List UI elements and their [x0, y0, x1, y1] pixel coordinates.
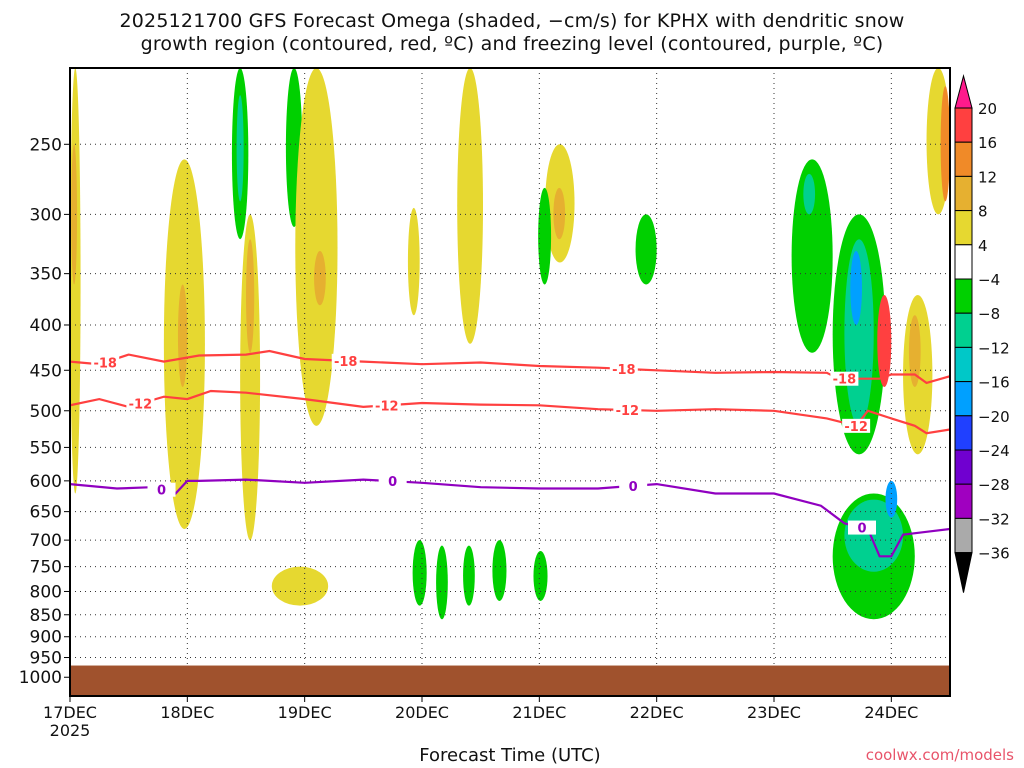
colorbar-label: 8: [978, 203, 988, 221]
colorbar-label: 4: [978, 237, 988, 255]
colorbar-swatch: [954, 107, 973, 143]
omega-shaded-region: [850, 251, 863, 325]
contour-label: -18: [334, 355, 358, 370]
colorbar-label: −20: [978, 408, 1010, 426]
y-tick-label: 650: [30, 503, 62, 523]
omega-shaded-region: [463, 545, 475, 606]
colorbar-bottom-arrow: [954, 552, 973, 593]
colorbar-label: −4: [978, 271, 1000, 289]
colorbar-swatch: [954, 449, 973, 485]
omega-shaded-region: [177, 284, 188, 387]
x-tick-label: 22DEC: [630, 703, 684, 722]
y-tick-label: 850: [30, 606, 62, 626]
contour-label: -12: [616, 404, 640, 419]
plot-area: -18 -18 -18 -18 -12 -12 -12 -12 0 0 0 0: [70, 68, 950, 696]
contour-label: 0: [857, 522, 866, 537]
contour-label: -12: [129, 398, 153, 413]
colorbar-label: −12: [978, 339, 1010, 357]
y-tick-label: 1000: [19, 668, 62, 688]
omega-shaded-region: [635, 214, 657, 285]
colorbar-top-arrow: [954, 74, 973, 109]
x-tick-label: 19DEC: [278, 703, 332, 722]
y-tick-label: 800: [30, 582, 62, 602]
omega-shaded-region: [877, 295, 892, 387]
omega-shaded-region: [457, 68, 484, 344]
colorbar-swatch: [954, 210, 973, 246]
y-tick-label: 600: [30, 472, 62, 492]
colorbar-label: 12: [978, 168, 997, 186]
y-tick-label: 450: [30, 361, 62, 381]
omega-shaded-region: [271, 566, 329, 606]
contour-line-0: [70, 478, 950, 558]
credit-text: coolwx.com/models: [865, 746, 1014, 764]
omega-shaded-region: [492, 540, 507, 601]
ground-fill: [70, 665, 950, 696]
y-tick-label: 900: [30, 628, 62, 648]
y-tick-label: 500: [30, 402, 62, 422]
colorbar-label: 16: [978, 134, 997, 152]
contour-label: 0: [157, 484, 166, 499]
omega-shaded-region: [412, 540, 427, 606]
omega-shaded-region: [436, 545, 448, 620]
contour-label: -12: [844, 420, 868, 435]
colorbar-label: −32: [978, 510, 1010, 528]
x-tick-label: 24DEC: [864, 703, 918, 722]
omega-shaded-region: [314, 251, 326, 306]
colorbar-swatch: [954, 517, 973, 554]
omega-shaded-region: [553, 187, 566, 240]
colorbar-swatch: [954, 244, 973, 280]
omega-shaded-region: [538, 187, 552, 285]
colorbar-swatch: [954, 141, 973, 177]
colorbar-swatch: [954, 483, 973, 519]
colorbar-swatch: [954, 312, 973, 348]
y-tick-label: 250: [30, 135, 62, 155]
omega-shaded-region: [236, 95, 244, 202]
y-tick-label: 750: [30, 558, 62, 578]
omega-time-height-chart: -18 -18 -18 -18 -12 -12 -12 -12 0 0 0 0 250 300 350 400…: [19, 67, 1010, 740]
colorbar-swatch: [954, 175, 973, 212]
colorbar-swatch: [954, 346, 973, 383]
colorbar-label: −24: [978, 442, 1010, 460]
omega-shaded-region: [533, 550, 548, 601]
colorbar-label: −36: [978, 545, 1010, 563]
y-tick-label: 300: [30, 205, 62, 225]
x-tick-label: 21DEC: [512, 703, 566, 722]
colorbar-label: −16: [978, 374, 1010, 392]
contour-label: -18: [93, 356, 117, 371]
x-tick-sublabel: 2025: [50, 721, 91, 740]
colorbar-label: −28: [978, 476, 1010, 494]
omega-shaded-region: [803, 173, 816, 215]
colorbar-label: −8: [978, 305, 1000, 323]
colorbar-swatch: [954, 415, 973, 451]
x-tick-label: 20DEC: [395, 703, 449, 722]
colorbar-swatch: [954, 381, 973, 417]
omega-shaded-region: [246, 239, 255, 353]
omega-shaded-region: [70, 68, 81, 494]
omega-shaded-region: [295, 68, 338, 426]
contour-label: -18: [612, 363, 636, 378]
colorbar-swatch: [954, 278, 973, 314]
x-tick-label: 23DEC: [747, 703, 801, 722]
x-tick-label: 17DEC: [43, 703, 97, 722]
y-tick-label: 950: [30, 649, 62, 669]
y-tick-label: 700: [30, 531, 62, 551]
omega-shaded-region: [71, 144, 78, 285]
contour-label: -18: [833, 373, 857, 388]
omega-shaded-region: [407, 207, 420, 316]
y-tick-label: 550: [30, 438, 62, 458]
contour-label: 0: [388, 475, 397, 490]
contour-label: 0: [629, 480, 638, 495]
colorbar-label: 20: [978, 100, 997, 118]
contour-label: -12: [375, 399, 399, 414]
x-tick-label: 18DEC: [160, 703, 214, 722]
y-tick-label: 400: [30, 316, 62, 336]
y-tick-label: 350: [30, 265, 62, 285]
